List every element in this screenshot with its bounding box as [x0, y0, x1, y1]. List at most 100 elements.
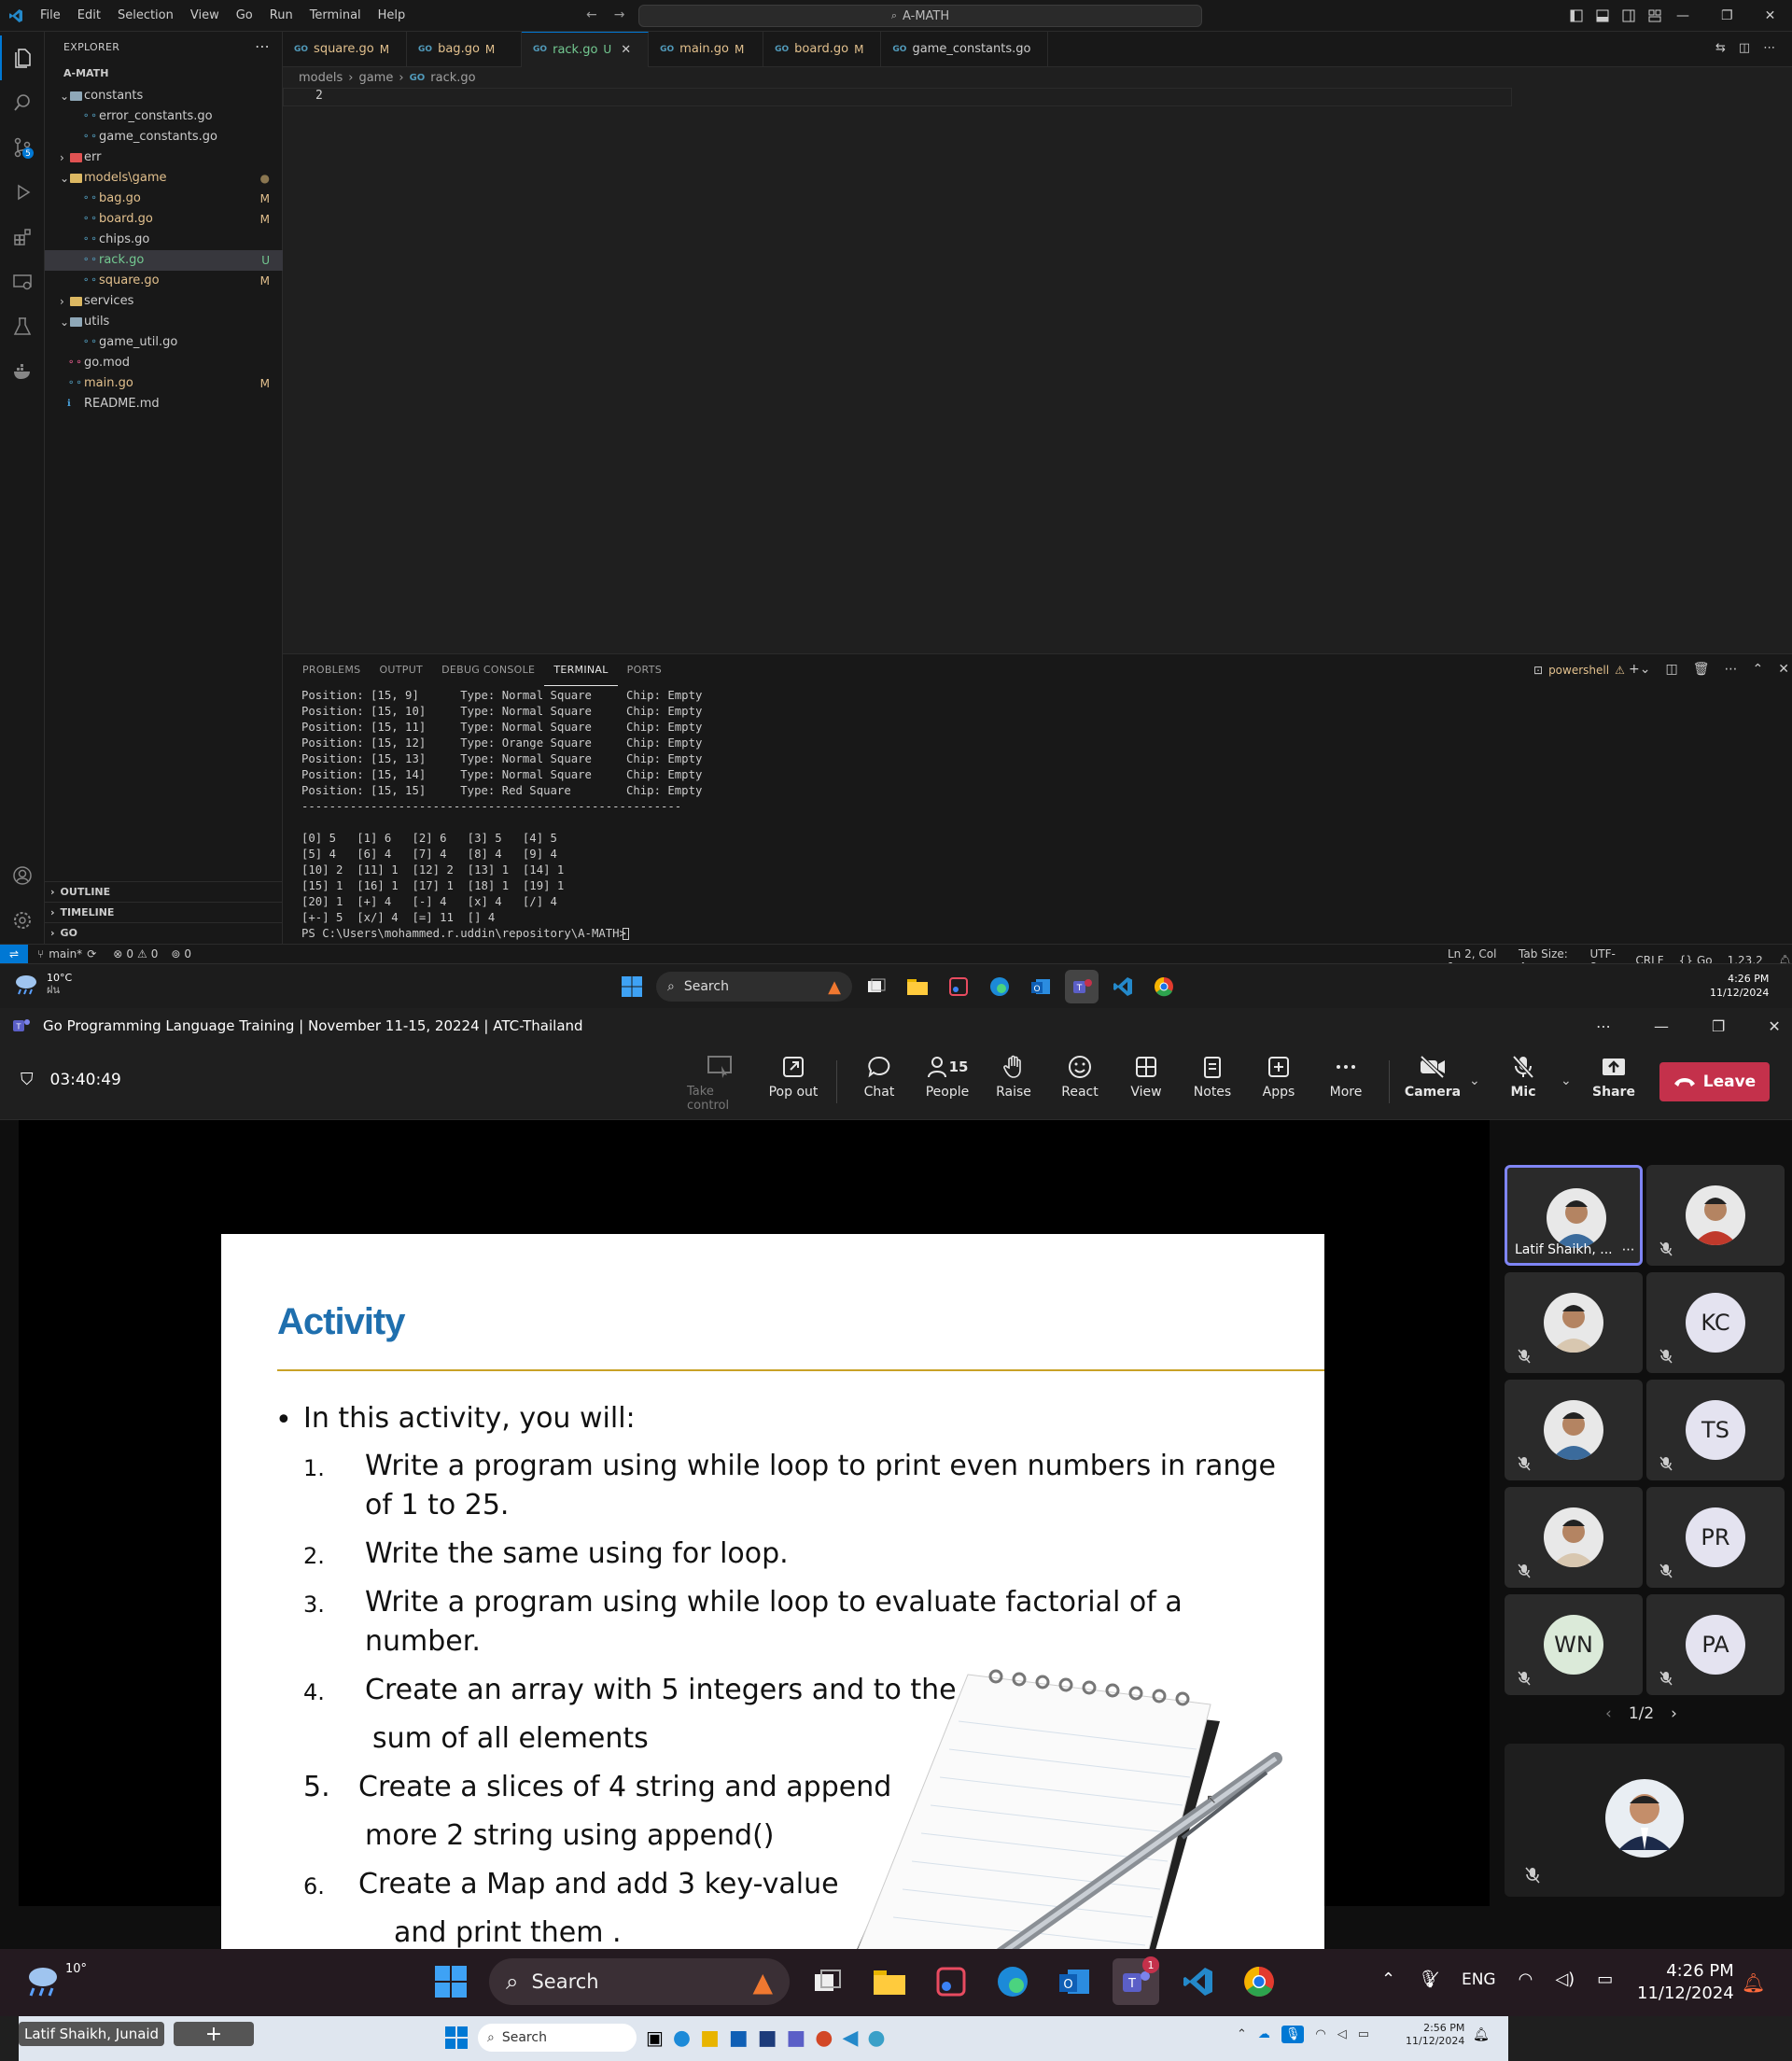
forward-arrow-icon[interactable]: →	[614, 7, 625, 22]
split-terminal-icon[interactable]: ◫	[1665, 662, 1677, 677]
tree-item[interactable]: ⌄ constants	[45, 86, 283, 106]
editor-tab[interactable]: GO board.go M	[763, 31, 882, 67]
kill-terminal-icon[interactable]: 🗑	[1693, 662, 1710, 677]
participant-tile[interactable]	[1505, 1380, 1643, 1480]
editor-tab[interactable]: GO bag.go M	[407, 31, 523, 67]
self-view-tile[interactable]	[1505, 1744, 1785, 1897]
apps-button[interactable]: Apps	[1246, 1055, 1311, 1113]
editor-tab[interactable]: GO rack.go U ✕	[522, 31, 650, 67]
branch-indicator[interactable]: ⑂ main* ⟳	[37, 947, 96, 960]
breadcrumb-item[interactable]: models	[299, 71, 343, 85]
breadcrumb-item[interactable]: rack.go	[430, 71, 475, 85]
task-view-icon[interactable]	[805, 1958, 851, 2005]
participant-tile[interactable]: WN	[1505, 1594, 1643, 1695]
participant-tile[interactable]	[1646, 1165, 1785, 1266]
manage-gear-icon[interactable]	[0, 898, 45, 943]
editor-tab[interactable]: GO square.go M	[283, 31, 408, 67]
customize-layout-icon[interactable]	[1648, 9, 1661, 22]
tree-item[interactable]: › services	[45, 291, 283, 312]
teams-icon[interactable]: T	[1065, 970, 1099, 1003]
more-button[interactable]: More	[1313, 1055, 1379, 1113]
participant-tile[interactable]: PA	[1646, 1594, 1785, 1695]
camera-button[interactable]: Camera	[1400, 1055, 1465, 1113]
terminal-output[interactable]: Position: [15, 9] Type: Normal Square Ch…	[301, 688, 702, 942]
file-explorer-icon[interactable]	[901, 970, 934, 1003]
tree-item[interactable]: ⚬⚬ go.mod	[45, 353, 283, 373]
outlook-icon[interactable]: O	[1024, 970, 1057, 1003]
participant-tile[interactable]: Latif Shaikh, ... ⋯	[1505, 1165, 1643, 1266]
remote-explorer-icon[interactable]	[0, 259, 45, 304]
panel-tab-terminal[interactable]: TERMINAL	[544, 654, 618, 686]
weather-widget[interactable]: 10°	[24, 1962, 87, 1999]
outlook-icon[interactable]: O	[1051, 1958, 1098, 2005]
panel-tab-problems[interactable]: PROBLEMS	[293, 654, 370, 686]
close-icon[interactable]: ✕	[1768, 1017, 1780, 1035]
tree-item[interactable]: ℹ README.md	[45, 394, 283, 414]
task-view-icon[interactable]	[860, 970, 893, 1003]
panel-more-icon[interactable]: ⋯	[1724, 662, 1737, 677]
restore-icon[interactable]: ❐	[1712, 1017, 1725, 1035]
notes-button[interactable]: Notes	[1180, 1055, 1245, 1113]
panel-tab-output[interactable]: OUTPUT	[370, 654, 432, 686]
tree-item[interactable]: ⚬⚬ rack.go U	[45, 250, 283, 271]
edge-browser-icon[interactable]	[983, 970, 1016, 1003]
menu-go[interactable]: Go	[228, 0, 261, 32]
menu-terminal[interactable]: Terminal	[301, 0, 370, 32]
panel-tab-ports[interactable]: PORTS	[618, 654, 671, 686]
toggle-secondary-sidebar-icon[interactable]	[1622, 9, 1635, 22]
tree-item[interactable]: ⚬⚬ square.go M	[45, 271, 283, 291]
section-outline[interactable]: › OUTLINE	[45, 881, 283, 902]
weather-widget[interactable]: 10°C ฝน	[13, 972, 72, 996]
menu-help[interactable]: Help	[370, 0, 414, 32]
run-debug-icon[interactable]	[0, 170, 45, 215]
menu-run[interactable]: Run	[261, 0, 301, 32]
tree-item[interactable]: ⌄ utils	[45, 312, 283, 332]
edge-browser-icon[interactable]	[989, 1958, 1036, 2005]
people-button[interactable]: 15 People	[915, 1055, 980, 1113]
close-tab-icon[interactable]: ✕	[621, 43, 631, 57]
minimize-icon[interactable]: —	[1676, 8, 1689, 23]
minimize-icon[interactable]: —	[1654, 1017, 1669, 1035]
editor-more-icon[interactable]: ⋯	[1763, 41, 1775, 55]
windows-start-icon[interactable]	[615, 970, 649, 1003]
battery-icon[interactable]: ▭	[1597, 1970, 1613, 1989]
take-control-button[interactable]: Take control	[687, 1055, 752, 1113]
participant-tile[interactable]	[1505, 1272, 1643, 1373]
editor-tab[interactable]: GO main.go M	[649, 31, 764, 67]
explorer-icon[interactable]	[0, 35, 45, 80]
code-editor[interactable]: 2	[283, 88, 1792, 653]
chat-button[interactable]: Chat	[847, 1055, 912, 1113]
close-panel-icon[interactable]: ✕	[1778, 662, 1789, 677]
mic-options-chevron-icon[interactable]: ⌄	[1561, 1073, 1572, 1088]
file-explorer-icon[interactable]	[866, 1958, 913, 2005]
teams-icon[interactable]: T1	[1113, 1956, 1159, 2005]
notification-bell-icon[interactable]: 🔔︎	[1742, 1971, 1765, 1994]
chrome-icon[interactable]	[1147, 970, 1181, 1003]
problems-indicator[interactable]: ⊗ 0 ⚠ 0	[113, 947, 158, 960]
more-actions-icon[interactable]: ⋯	[255, 37, 270, 55]
section-timeline[interactable]: › TIMELINE	[45, 902, 283, 922]
more-options-icon[interactable]: ⋯	[1596, 1017, 1611, 1035]
pop-out-button[interactable]: Pop out	[761, 1055, 826, 1113]
testing-icon[interactable]	[0, 304, 45, 349]
section-go[interactable]: › GO	[45, 922, 283, 943]
tree-item[interactable]: ⌄ models\game ●	[45, 168, 283, 189]
split-editor-icon[interactable]: ◫	[1739, 41, 1750, 55]
participant-tile[interactable]	[1505, 1487, 1643, 1588]
chevron-left-icon[interactable]: ‹	[1605, 1704, 1612, 1723]
maximize-panel-icon[interactable]: ⌃	[1752, 662, 1763, 677]
panel-tab-debug-console[interactable]: DEBUG CONSOLE	[432, 654, 544, 686]
tree-item[interactable]: › err	[45, 147, 283, 168]
menu-view[interactable]: View	[182, 0, 228, 32]
menu-file[interactable]: File	[32, 0, 69, 32]
clock[interactable]: 4:26 PM 11/12/2024	[1710, 972, 1769, 1000]
ports-indicator[interactable]: ⊚ 0	[171, 947, 191, 960]
tree-item[interactable]: ⚬⚬ main.go M	[45, 373, 283, 394]
close-icon[interactable]: ✕	[1765, 8, 1776, 23]
command-center[interactable]: ⌕ A-MATH	[638, 5, 1202, 27]
extensions-icon[interactable]	[0, 215, 45, 259]
breadcrumb-item[interactable]: game	[358, 71, 393, 85]
participant-tile[interactable]: PR	[1646, 1487, 1785, 1588]
raise-hand-button[interactable]: Raise	[981, 1055, 1046, 1113]
more-options-icon[interactable]: ⋯	[1622, 1242, 1635, 1257]
